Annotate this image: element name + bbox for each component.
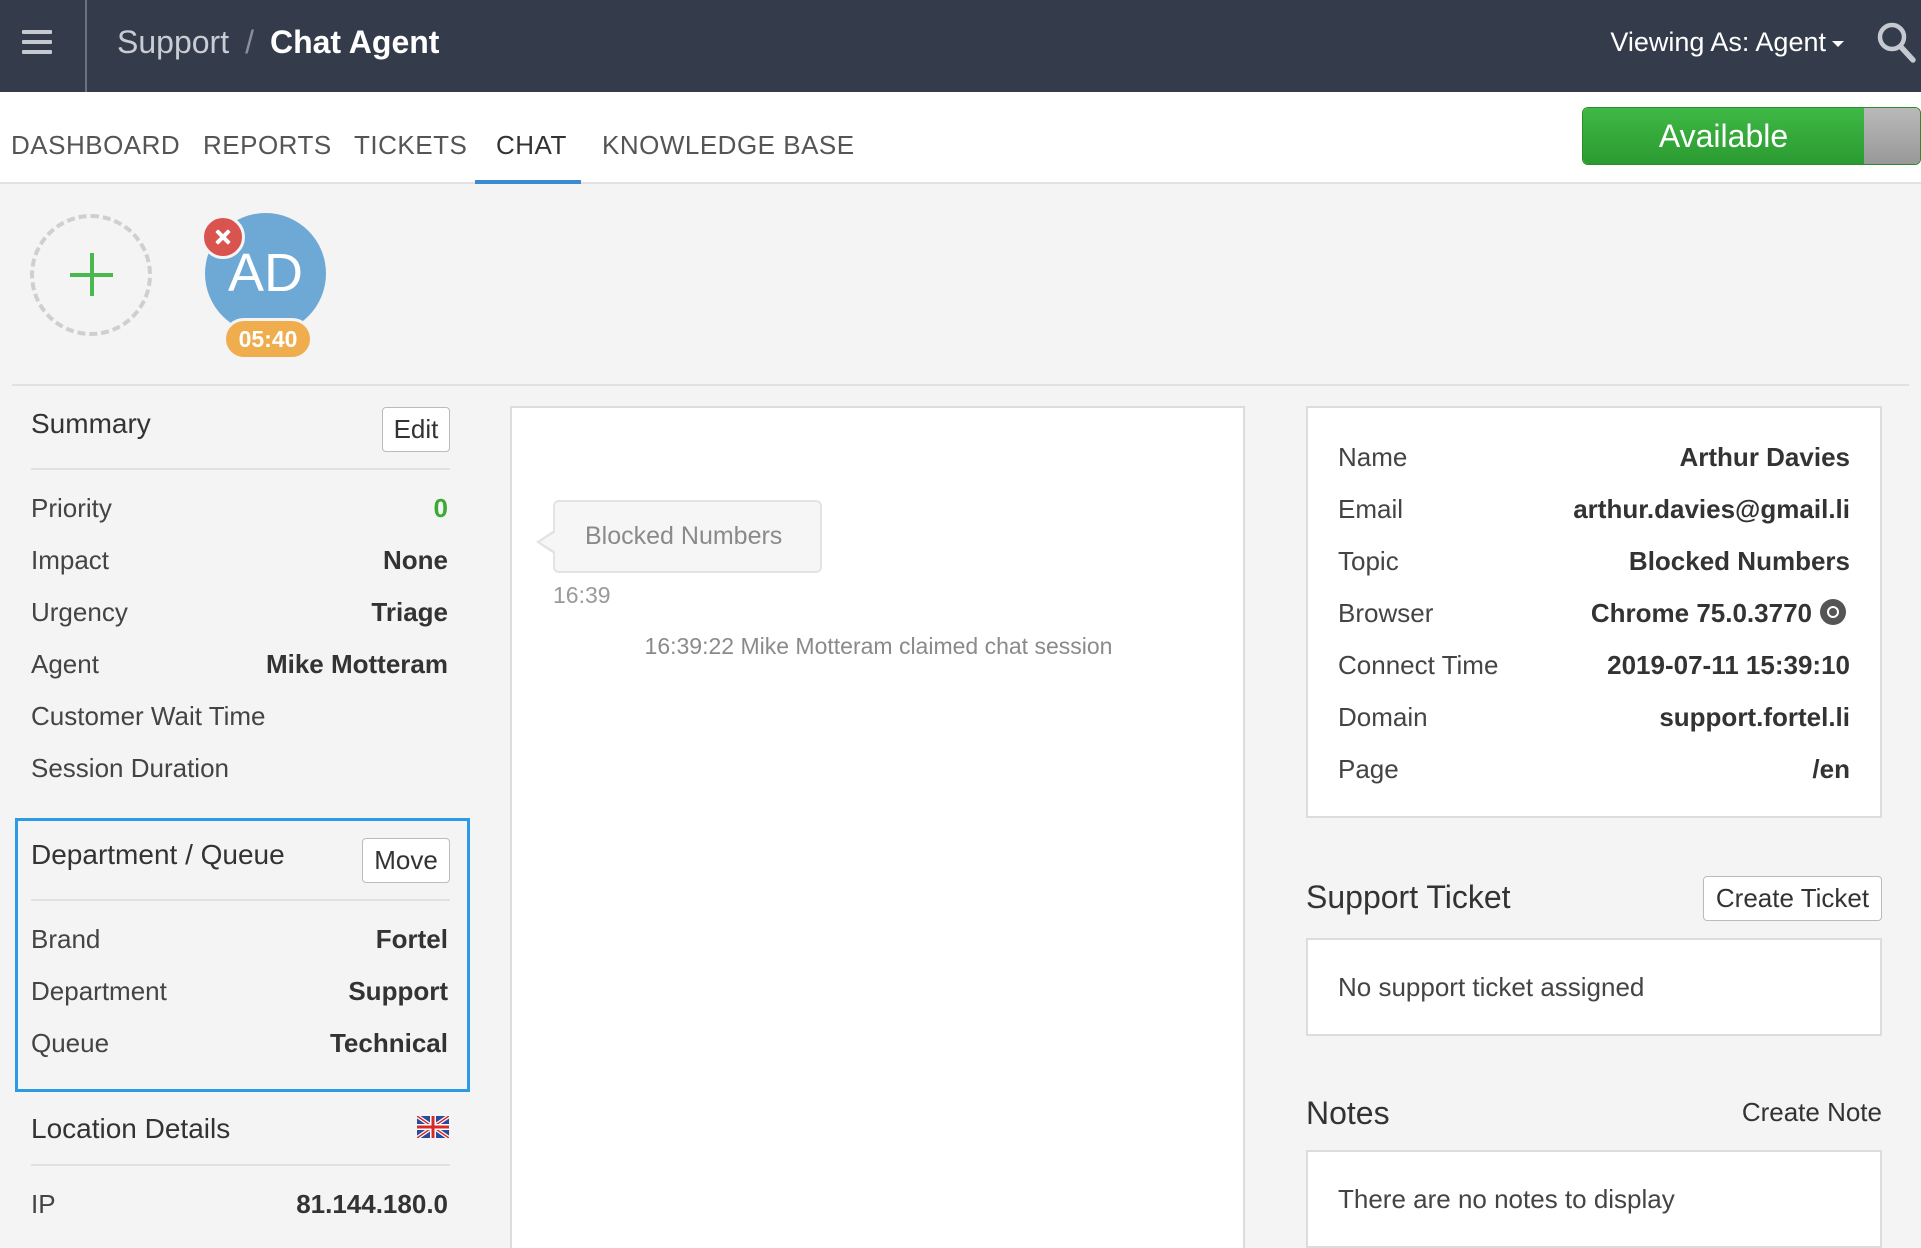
tab-chat[interactable]: CHAT xyxy=(496,130,567,161)
divider xyxy=(12,384,1909,386)
department-label: Queue xyxy=(31,1028,110,1058)
priority-value: 0 xyxy=(433,493,448,523)
urgency-value: Triage xyxy=(371,597,448,627)
summary-label: Session Duration xyxy=(31,753,229,783)
browser-text: Chrome 75.0.3770 xyxy=(1590,598,1812,628)
summary-label: Impact xyxy=(31,545,110,575)
chat-system-event: 16:39:22 Mike Motteram claimed chat sess… xyxy=(644,633,1113,659)
close-session-icon[interactable] xyxy=(201,215,245,259)
divider xyxy=(31,1164,450,1166)
summary-label: Urgency xyxy=(31,597,128,627)
summary-title: Summary xyxy=(31,408,151,439)
customer-info-label: Email xyxy=(1338,494,1404,524)
impact-value: None xyxy=(383,545,448,575)
brand-value: Fortel xyxy=(375,924,448,954)
summary-label: Priority xyxy=(31,493,112,523)
support-ticket-title: Support Ticket xyxy=(1306,879,1511,915)
tab-knowledge-base[interactable]: KNOWLEDGE BASE xyxy=(602,130,855,161)
customer-info-label: Domain xyxy=(1338,702,1428,732)
breadcrumb-root[interactable]: Support xyxy=(117,24,229,60)
customer-info-label: Browser xyxy=(1338,598,1434,628)
summary-label: Customer Wait Time xyxy=(31,701,266,731)
customer-name-value: Arthur Davies xyxy=(1679,442,1851,472)
customer-info-label: Page xyxy=(1338,754,1399,784)
availability-toggle[interactable]: Available xyxy=(1582,107,1921,165)
ip-value: 81.144.180.0 xyxy=(296,1189,448,1219)
chat-message-time: 16:39 xyxy=(553,582,611,608)
viewing-as-label: Viewing As: Agent xyxy=(1610,27,1826,57)
customer-connect-time-value: 2019-07-11 15:39:10 xyxy=(1607,650,1850,680)
notes-empty: There are no notes to display xyxy=(1306,1150,1882,1248)
topbar-divider xyxy=(85,0,87,92)
edit-summary-button[interactable]: Edit xyxy=(382,407,450,452)
customer-info-card: Name Arthur Davies Email arthur.davies@g… xyxy=(1306,406,1882,818)
active-tab-indicator xyxy=(475,180,581,184)
agent-value: Mike Motteram xyxy=(265,649,448,679)
summary-label: Agent xyxy=(31,649,99,679)
notes-title: Notes xyxy=(1306,1095,1390,1131)
department-value: Support xyxy=(348,976,448,1006)
move-button[interactable]: Move xyxy=(362,838,450,883)
breadcrumb: Support / Chat Agent xyxy=(117,24,439,61)
chrome-icon xyxy=(1820,599,1846,626)
department-label: Brand xyxy=(31,924,101,954)
uk-flag-icon xyxy=(417,1116,449,1138)
divider xyxy=(31,899,450,901)
customer-page-value: /en xyxy=(1812,754,1850,784)
location-details-title: Location Details xyxy=(31,1113,231,1144)
customer-topic-value: Blocked Numbers xyxy=(1628,546,1850,576)
viewing-as-dropdown[interactable]: Viewing As: Agent xyxy=(1610,27,1844,58)
customer-info-label: Topic xyxy=(1338,546,1399,576)
create-note-link[interactable]: Create Note xyxy=(1742,1097,1882,1128)
top-bar: Support / Chat Agent Viewing As: Agent xyxy=(0,0,1921,92)
customer-browser-value: Chrome 75.0.3770 xyxy=(1591,598,1846,629)
queue-value: Technical xyxy=(329,1028,448,1058)
chat-transcript-panel[interactable]: Blocked Numbers 16:39 16:39:22 Mike Mott… xyxy=(510,406,1245,1248)
department-queue-title: Department / Queue xyxy=(31,839,285,870)
customer-domain-value: support.fortel.li xyxy=(1659,702,1850,732)
caret-down-icon xyxy=(1832,40,1844,47)
support-ticket-empty: No support ticket assigned xyxy=(1306,938,1882,1036)
tab-tickets[interactable]: TICKETS xyxy=(354,130,467,161)
breadcrumb-separator: / xyxy=(245,24,254,60)
customer-info-label: Connect Time xyxy=(1338,650,1499,680)
session-timer-badge: 05:40 xyxy=(223,318,313,360)
add-chat-button[interactable] xyxy=(30,214,152,336)
toggle-knob xyxy=(1864,108,1920,164)
availability-status: Available xyxy=(1583,108,1864,164)
divider xyxy=(31,468,450,470)
page-title: Chat Agent xyxy=(269,24,440,60)
customer-info-label: Name xyxy=(1338,442,1408,472)
department-label: Department xyxy=(31,976,167,1006)
menu-icon[interactable] xyxy=(22,30,52,58)
location-label: IP xyxy=(31,1189,56,1219)
tab-dashboard[interactable]: DASHBOARD xyxy=(11,130,180,161)
tab-reports[interactable]: REPORTS xyxy=(203,130,332,161)
create-ticket-button[interactable]: Create Ticket xyxy=(1703,876,1882,921)
search-icon[interactable] xyxy=(1876,20,1916,64)
chat-message: Blocked Numbers xyxy=(553,500,822,573)
customer-email-value: arthur.davies@gmail.li xyxy=(1573,494,1850,524)
